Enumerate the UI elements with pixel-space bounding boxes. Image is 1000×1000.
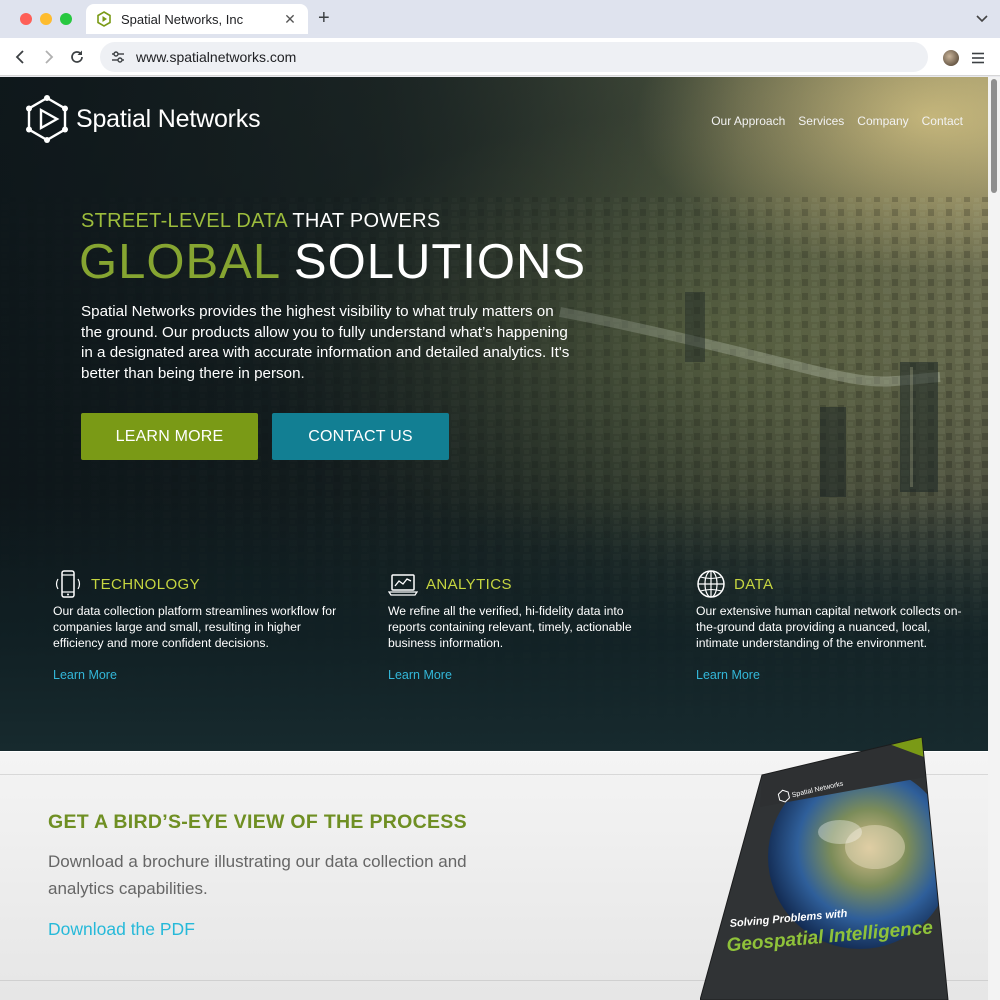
page-scrollbar[interactable] bbox=[988, 77, 1000, 1000]
feature-description: We refine all the verified, hi-fidelity … bbox=[388, 604, 632, 651]
main-nav: Our Approach Services Company Contact bbox=[711, 114, 963, 128]
nav-company[interactable]: Company bbox=[857, 114, 908, 128]
logo-text: Spatial Networks bbox=[76, 104, 261, 133]
feature-data: DATA Our extensive human capital network… bbox=[696, 567, 966, 684]
url-text[interactable]: www.spatialnetworks.com bbox=[136, 49, 296, 65]
browser-toolbar: www.spatialnetworks.com bbox=[0, 38, 1000, 76]
headline-highlight: GLOBAL bbox=[79, 235, 280, 289]
reload-icon[interactable] bbox=[67, 47, 87, 67]
window-controls bbox=[20, 13, 72, 25]
back-arrow-icon[interactable] bbox=[11, 47, 31, 67]
globe-icon bbox=[697, 570, 725, 598]
learn-more-button[interactable]: LEARN MORE bbox=[81, 413, 258, 460]
active-tab[interactable]: Spatial Networks, Inc ✕ bbox=[86, 4, 308, 34]
feature-title: TECHNOLOGY bbox=[91, 575, 201, 593]
tab-list-chevron-icon[interactable] bbox=[974, 10, 990, 26]
analytics-learn-more-link[interactable]: Learn More bbox=[388, 668, 452, 682]
scrollbar-thumb[interactable] bbox=[991, 79, 997, 193]
contact-us-button[interactable]: CONTACT US bbox=[272, 413, 449, 460]
nav-contact[interactable]: Contact bbox=[922, 114, 963, 128]
spatial-networks-logo-icon bbox=[26, 95, 68, 143]
hero-description: Spatial Networks provides the highest vi… bbox=[81, 303, 570, 383]
nav-services[interactable]: Services bbox=[798, 114, 844, 128]
feature-description: Our extensive human capital network coll… bbox=[696, 604, 962, 651]
minimize-window-button[interactable] bbox=[40, 13, 52, 25]
mobile-phone-icon bbox=[55, 570, 81, 598]
feature-technology: TECHNOLOGY Our data collection platform … bbox=[53, 567, 343, 684]
new-tab-button[interactable]: + bbox=[318, 8, 330, 28]
feature-description: Our data collection platform streamlines… bbox=[53, 604, 337, 651]
site-favicon-icon bbox=[96, 11, 112, 27]
address-bar[interactable]: www.spatialnetworks.com bbox=[100, 42, 928, 72]
site-settings-icon[interactable] bbox=[110, 49, 126, 65]
hamburger-menu-icon[interactable] bbox=[970, 50, 986, 66]
tagline-highlight: STREET-LEVEL DATA bbox=[81, 210, 287, 232]
process-title: GET A BIRD’S-EYE VIEW OF THE PROCESS bbox=[48, 811, 467, 833]
forward-arrow-icon[interactable] bbox=[38, 47, 58, 67]
hero-section: Spatial Networks Our Approach Services C… bbox=[0, 77, 988, 751]
hero-headline: GLOBAL SOLUTIONS bbox=[79, 234, 586, 290]
page-viewport: Spatial Networks Our Approach Services C… bbox=[0, 77, 988, 1000]
nav-our-approach[interactable]: Our Approach bbox=[711, 114, 785, 128]
laptop-chart-icon bbox=[388, 574, 418, 596]
tagline-rest: THAT POWERS bbox=[286, 210, 441, 232]
tab-close-icon[interactable]: ✕ bbox=[282, 11, 298, 28]
data-learn-more-link[interactable]: Learn More bbox=[696, 668, 760, 682]
feature-analytics: ANALYTICS We refine all the verified, hi… bbox=[388, 567, 658, 684]
close-window-button[interactable] bbox=[20, 13, 32, 25]
download-pdf-link[interactable]: Download the PDF bbox=[48, 919, 195, 940]
browser-tab-bar: Spatial Networks, Inc ✕ + bbox=[0, 0, 1000, 38]
brochure-cover-image[interactable]: Spatial Networks Solving Problems with G… bbox=[700, 737, 950, 1000]
profile-avatar[interactable] bbox=[943, 50, 959, 66]
headline-rest: SOLUTIONS bbox=[279, 235, 587, 289]
hero-tagline: STREET-LEVEL DATA THAT POWERS bbox=[81, 210, 441, 233]
site-logo[interactable]: Spatial Networks bbox=[24, 95, 261, 143]
feature-title: ANALYTICS bbox=[426, 575, 512, 593]
tab-title: Spatial Networks, Inc bbox=[121, 11, 244, 27]
process-description: Download a brochure illustrating our dat… bbox=[48, 852, 467, 898]
feature-title: DATA bbox=[734, 575, 774, 593]
maximize-window-button[interactable] bbox=[60, 13, 72, 25]
technology-learn-more-link[interactable]: Learn More bbox=[53, 668, 117, 682]
